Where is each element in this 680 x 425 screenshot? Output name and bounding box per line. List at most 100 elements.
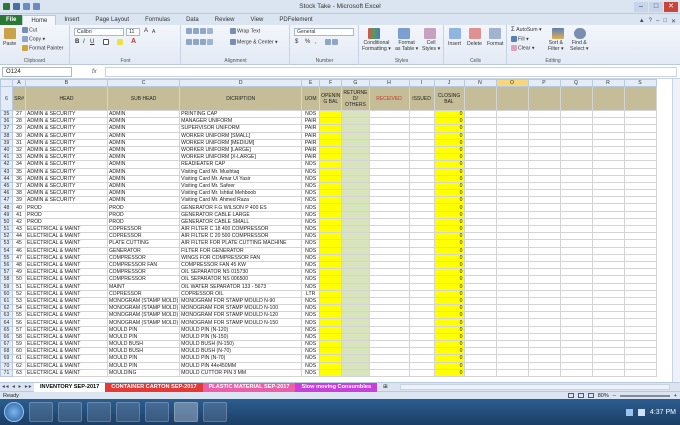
cell-closing-bal[interactable]: 0 <box>433 246 465 255</box>
cell-returned[interactable] <box>341 304 370 313</box>
row-header[interactable]: 58 <box>0 275 13 284</box>
cell-subhead[interactable]: COMPRESSOR <box>106 253 181 262</box>
cell-description[interactable]: READIEATER CAP <box>179 160 303 169</box>
cell-issued[interactable] <box>408 174 435 183</box>
cell[interactable] <box>559 289 593 298</box>
cell-sr[interactable]: 58 <box>12 332 26 342</box>
cell[interactable] <box>527 217 561 227</box>
tab-formulas[interactable]: Formulas <box>137 15 178 25</box>
cell[interactable] <box>495 289 529 298</box>
cell[interactable] <box>559 253 593 262</box>
cell-sr[interactable]: 30 <box>12 131 26 140</box>
cell[interactable] <box>559 124 593 133</box>
cell-issued[interactable] <box>408 253 435 262</box>
cell[interactable] <box>559 145 593 155</box>
cell[interactable] <box>495 153 529 162</box>
align-left-button[interactable] <box>186 39 214 45</box>
workbook-minimize-button[interactable]: – <box>656 18 659 25</box>
cell-uom[interactable]: NOS <box>301 246 321 255</box>
cell[interactable] <box>527 145 561 155</box>
cell-received[interactable] <box>368 304 410 313</box>
cell-received[interactable] <box>368 332 410 342</box>
cell[interactable] <box>527 160 561 169</box>
cell[interactable] <box>463 289 497 298</box>
cell-returned[interactable] <box>341 289 370 298</box>
row-header[interactable]: 71 <box>0 368 13 377</box>
cell-closing-bal[interactable]: 0 <box>433 318 465 327</box>
cell-opening-bal[interactable] <box>319 232 343 241</box>
cell-sr[interactable]: 53 <box>12 296 26 306</box>
cell-closing-bal[interactable]: 0 <box>433 109 465 119</box>
horizontal-scrollbar[interactable] <box>399 384 670 390</box>
cell-description[interactable]: COPRESSOR OIL <box>179 289 303 298</box>
header-sr[interactable]: SR# <box>12 86 26 111</box>
cell[interactable] <box>527 361 561 370</box>
cell-subhead[interactable]: ADMIN <box>106 167 181 176</box>
cell[interactable] <box>623 361 657 370</box>
cell-description[interactable]: MONOGRAM FOR STAMP MOULD N-100 <box>179 304 303 313</box>
cell-sr[interactable]: 29 <box>12 124 26 133</box>
cell[interactable] <box>463 189 497 198</box>
cell-opening-bal[interactable] <box>319 289 343 298</box>
row-header[interactable]: 65 <box>0 325 13 334</box>
row-header[interactable]: 37 <box>0 124 13 133</box>
cell[interactable] <box>559 232 593 241</box>
autosum-button[interactable]: Σ AutoSum ▾ <box>511 27 542 33</box>
cell-opening-bal[interactable] <box>319 160 343 169</box>
cell[interactable] <box>495 239 529 248</box>
cell-issued[interactable] <box>408 275 435 284</box>
cell[interactable] <box>495 347 529 356</box>
cell-closing-bal[interactable]: 0 <box>433 368 465 377</box>
cell-received[interactable] <box>368 153 410 162</box>
cell[interactable] <box>559 304 593 313</box>
cell-opening-bal[interactable] <box>319 246 343 255</box>
row-header[interactable]: 59 <box>0 282 13 291</box>
cell-closing-bal[interactable]: 0 <box>433 332 465 342</box>
cell-returned[interactable] <box>341 332 370 342</box>
cell-sr[interactable]: 54 <box>12 304 26 313</box>
cell-returned[interactable] <box>341 181 370 191</box>
cell-received[interactable] <box>368 145 410 155</box>
grow-font-button[interactable]: A <box>144 28 148 34</box>
cell[interactable] <box>591 304 625 313</box>
cell-sr[interactable]: 37 <box>12 181 26 191</box>
cell[interactable] <box>591 174 625 183</box>
cell-closing-bal[interactable]: 0 <box>433 203 465 212</box>
cell[interactable] <box>623 145 657 155</box>
taskbar-media-icon[interactable] <box>87 402 111 422</box>
cell-opening-bal[interactable] <box>319 210 343 219</box>
cell-issued[interactable] <box>408 282 435 291</box>
cell-subhead[interactable]: MOULD BUSH <box>106 339 181 349</box>
cell[interactable] <box>495 167 529 176</box>
cell[interactable] <box>463 246 497 255</box>
cell[interactable] <box>463 224 497 234</box>
cell-description[interactable]: GENERATOR CABLE SMALL <box>179 217 303 227</box>
cell-opening-bal[interactable] <box>319 138 343 147</box>
cell-subhead[interactable]: ADMIN <box>106 145 181 155</box>
cell[interactable] <box>623 217 657 227</box>
cell-head[interactable]: ADMIN & SECURITY <box>25 131 108 140</box>
cell[interactable] <box>495 311 529 320</box>
cell[interactable] <box>623 296 657 306</box>
cell[interactable] <box>495 246 529 255</box>
cell-received[interactable] <box>368 124 410 133</box>
row-header[interactable]: 43 <box>0 167 13 176</box>
cell-uom[interactable]: NOS <box>301 174 321 183</box>
cell-opening-bal[interactable] <box>319 189 343 198</box>
row-header[interactable]: 69 <box>0 354 13 363</box>
cell[interactable] <box>559 160 593 169</box>
cell[interactable] <box>463 124 497 133</box>
cell-closing-bal[interactable]: 0 <box>433 325 465 334</box>
column-header[interactable]: C <box>106 79 181 87</box>
cell-head[interactable]: ELECTRICAL & MAINT <box>25 354 108 363</box>
cell-opening-bal[interactable] <box>319 354 343 363</box>
cell[interactable] <box>559 354 593 363</box>
fx-icon[interactable]: fx <box>92 69 97 75</box>
cell-returned[interactable] <box>341 203 370 212</box>
cell-issued[interactable] <box>408 203 435 212</box>
ribbon-collapse-icon[interactable]: ▲ <box>639 18 645 25</box>
cell[interactable] <box>495 117 529 126</box>
cell[interactable] <box>463 196 497 205</box>
cell-returned[interactable] <box>341 124 370 133</box>
cell-closing-bal[interactable]: 0 <box>433 117 465 126</box>
